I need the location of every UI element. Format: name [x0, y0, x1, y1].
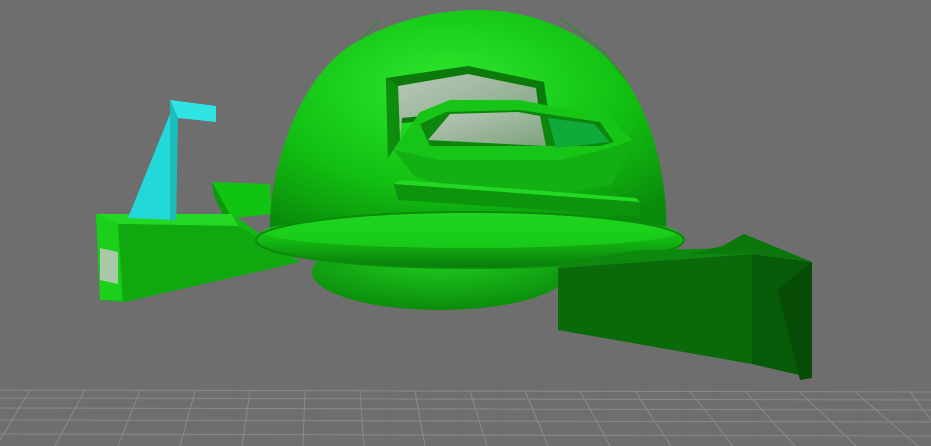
- scene: [0, 10, 931, 446]
- cyan-mast: [128, 100, 216, 220]
- 3d-viewport[interactable]: [0, 0, 931, 446]
- ground-grid: [0, 389, 931, 446]
